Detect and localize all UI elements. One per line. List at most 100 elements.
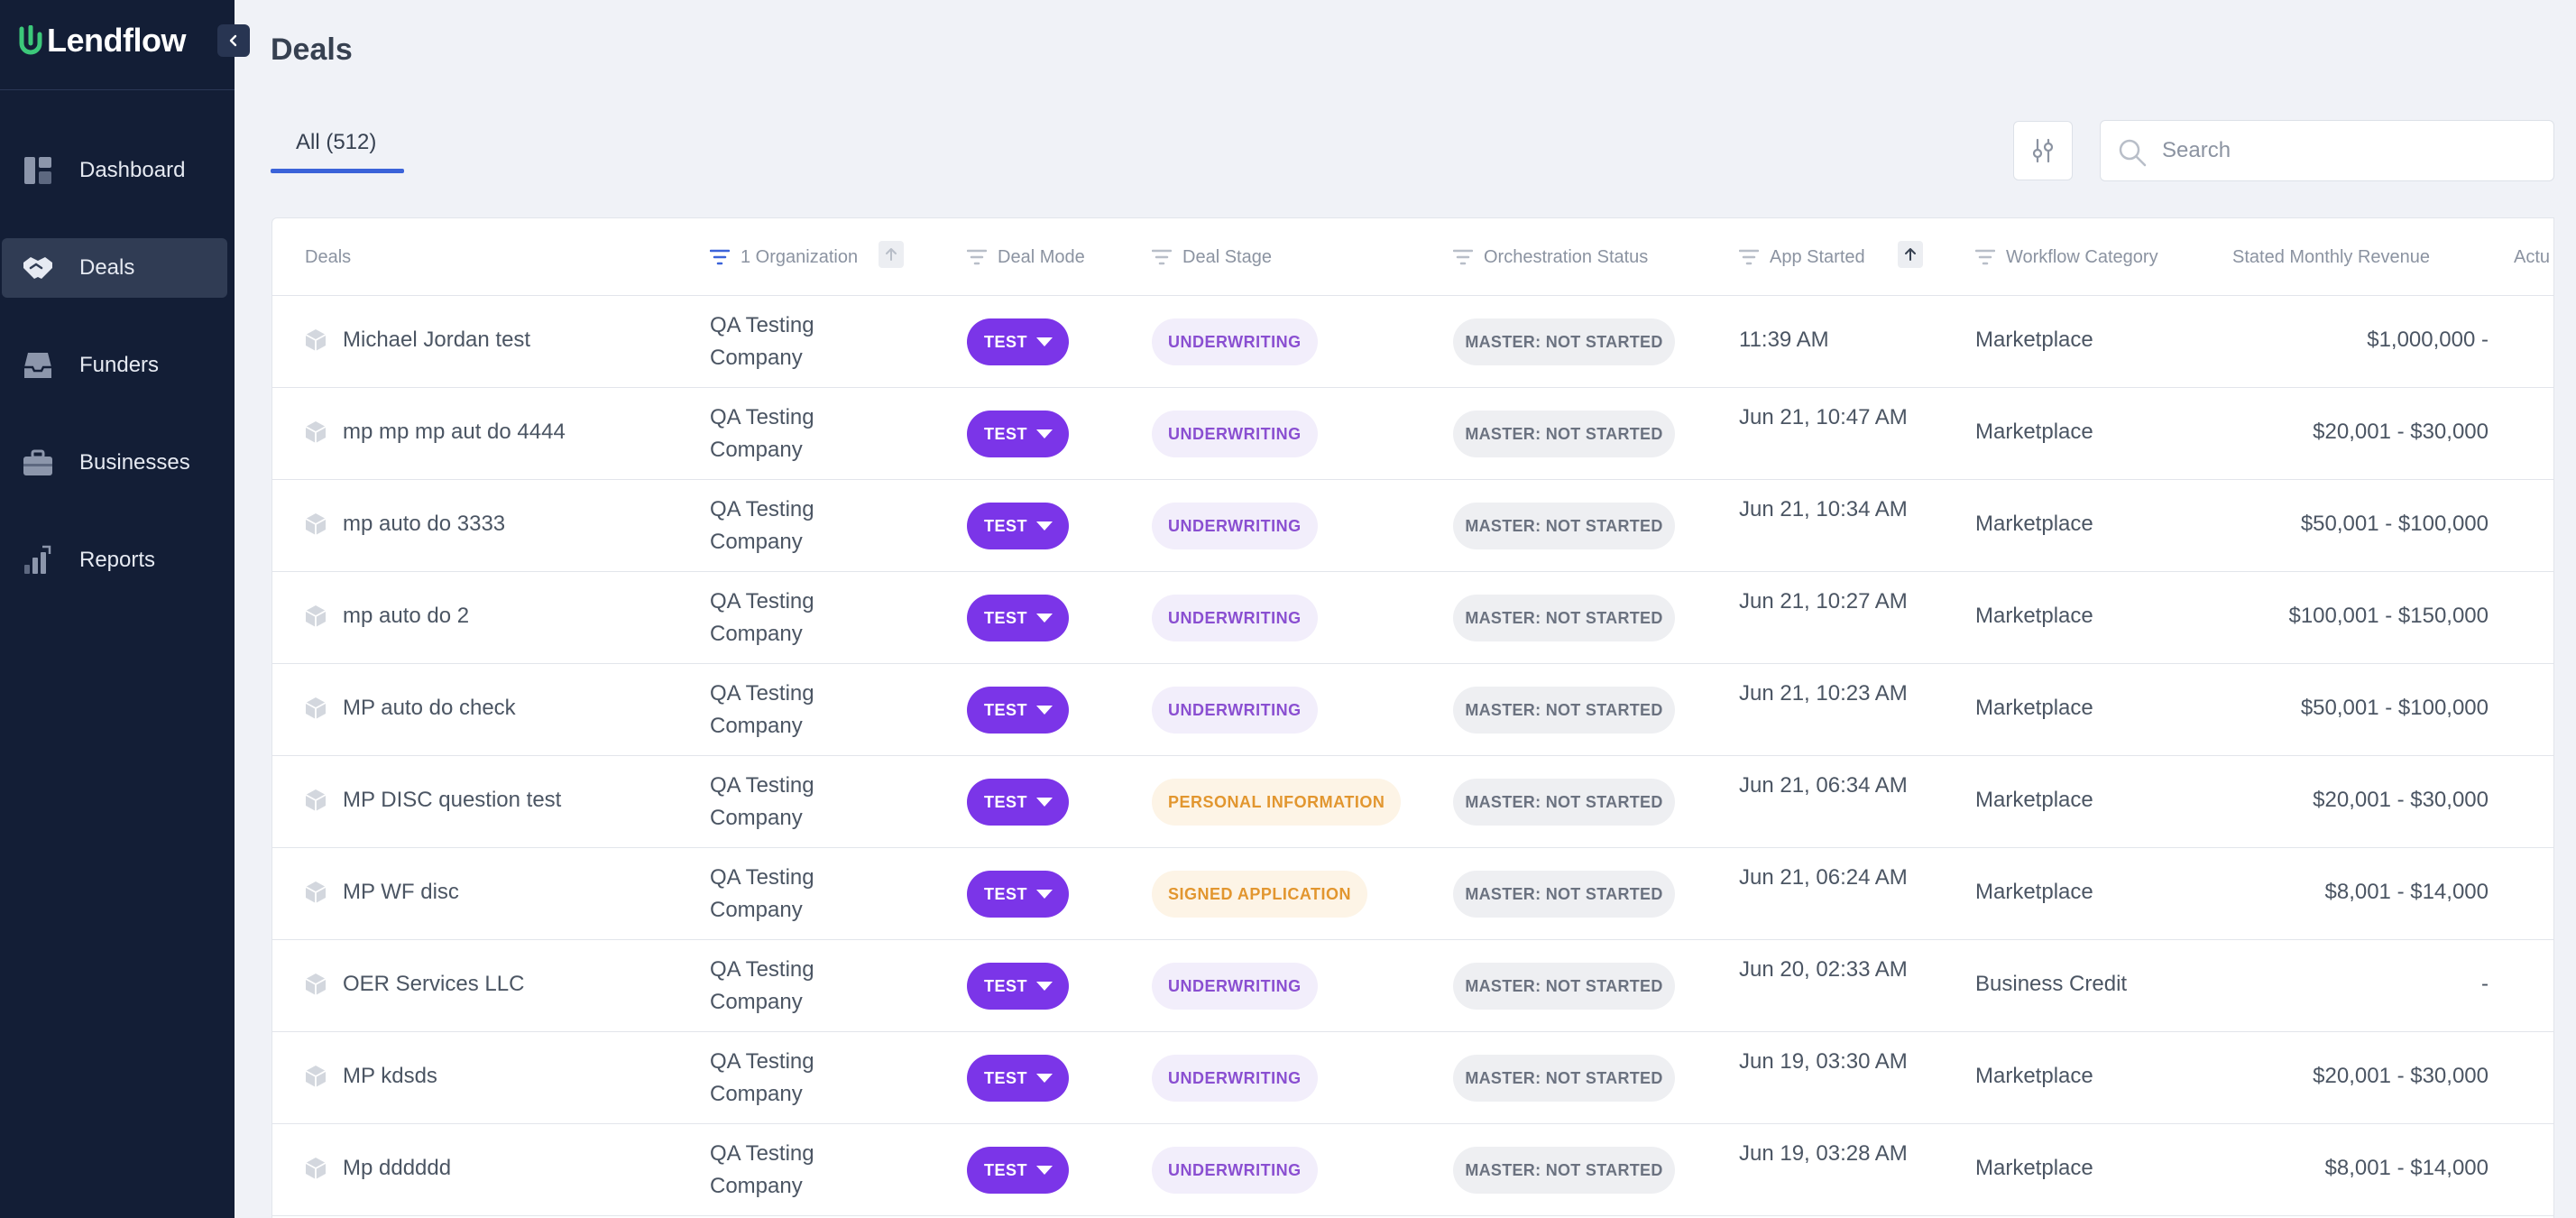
stated-monthly-revenue: $8,001 - $14,000 xyxy=(2324,880,2489,904)
active-tab-indicator xyxy=(271,169,404,173)
column-header-organization[interactable]: 1 Organization xyxy=(710,244,858,271)
deal-mode-dropdown[interactable]: TEST xyxy=(967,779,1069,826)
filter-settings-button[interactable] xyxy=(2013,121,2073,180)
tab-all[interactable]: All (512) xyxy=(271,126,404,173)
search-box[interactable] xyxy=(2100,120,2554,181)
column-header-deal-stage[interactable]: Deal Stage xyxy=(1152,244,1272,271)
stated-monthly-revenue: $100,001 - $150,000 xyxy=(2288,604,2489,628)
column-header-app-started[interactable]: App Started xyxy=(1739,244,1865,271)
deal-mode-label: TEST xyxy=(984,976,1028,995)
arrow-up-icon xyxy=(886,248,897,261)
table-row[interactable]: OER Services LLC QA Testing Company TEST… xyxy=(272,940,2553,1032)
sidebar-item-funders[interactable]: Funders xyxy=(2,336,227,395)
organization-name: QA Testing Company xyxy=(710,773,814,830)
table-row[interactable]: mp mp mp aut do 4444 QA Testing Company … xyxy=(272,388,2553,480)
deal-mode-dropdown[interactable]: TEST xyxy=(967,1147,1069,1194)
deal-stage-badge: SIGNED APPLICATION xyxy=(1152,871,1368,918)
deal-name-link[interactable]: OER Services LLC xyxy=(343,972,524,997)
sidebar-item-dashboard[interactable]: Dashboard xyxy=(2,141,227,200)
app-started-time: Jun 19, 03:28 AM xyxy=(1739,1141,1908,1166)
caret-down-icon xyxy=(1036,614,1053,623)
app-started-time: Jun 21, 10:23 AM xyxy=(1739,681,1908,706)
deal-name-link[interactable]: Mp dddddd xyxy=(343,1156,451,1181)
deal-name-link[interactable]: mp auto do 3333 xyxy=(343,512,505,537)
deal-stage-badge: UNDERWRITING xyxy=(1152,963,1318,1010)
table-row[interactable]: Michael Jordan test QA Testing Company T… xyxy=(272,296,2553,388)
deal-mode-label: TEST xyxy=(984,884,1028,903)
deal-stage-badge: PERSONAL INFORMATION xyxy=(1152,779,1402,826)
cube-icon xyxy=(305,1158,327,1179)
deal-name-link[interactable]: MP kdsds xyxy=(343,1064,437,1089)
column-header-orchestration-status[interactable]: Orchestration Status xyxy=(1453,244,1648,271)
caret-down-icon xyxy=(1036,337,1053,346)
deal-name-link[interactable]: mp auto do 2 xyxy=(343,604,469,629)
table-row[interactable]: mp auto do 2 QA Testing Company TEST UND… xyxy=(272,572,2553,664)
cube-icon xyxy=(305,513,327,535)
deal-name-link[interactable]: MP DISC question test xyxy=(343,788,561,813)
column-header-workflow-category[interactable]: Workflow Category xyxy=(1975,244,2158,271)
workflow-category: Marketplace xyxy=(1975,788,2093,812)
dashboard-icon xyxy=(22,154,54,187)
table-row[interactable]: MP WF disc QA Testing Company TEST SIGNE… xyxy=(272,848,2553,940)
caret-down-icon xyxy=(1036,706,1053,715)
deal-mode-label: TEST xyxy=(984,332,1028,351)
filter-icon xyxy=(1152,249,1172,265)
table-row[interactable]: mp auto do 3333 QA Testing Company TEST … xyxy=(272,480,2553,572)
collapse-sidebar-button[interactable] xyxy=(217,24,250,57)
organization-name: QA Testing Company xyxy=(710,589,814,646)
deal-mode-label: TEST xyxy=(984,608,1028,627)
orchestration-status-badge: MASTER: NOT STARTED xyxy=(1453,595,1675,641)
search-icon xyxy=(2119,139,2147,167)
orchestration-status-badge: MASTER: NOT STARTED xyxy=(1453,503,1675,549)
deal-mode-dropdown[interactable]: TEST xyxy=(967,1055,1069,1102)
column-header-label: Deals xyxy=(305,246,352,267)
column-header-deals[interactable]: Deals xyxy=(305,244,351,271)
deal-name-link[interactable]: Michael Jordan test xyxy=(343,328,530,353)
workflow-category: Marketplace xyxy=(1975,696,2093,720)
app-started-time: Jun 21, 10:27 AM xyxy=(1739,589,1908,614)
table-row[interactable]: MP kdsds QA Testing Company TEST UNDERWR… xyxy=(272,1032,2553,1124)
search-input[interactable] xyxy=(2162,130,2541,171)
stated-monthly-revenue: $20,001 - $30,000 xyxy=(2313,788,2489,812)
deal-mode-label: TEST xyxy=(984,1068,1028,1087)
sidebar-item-deals[interactable]: Deals xyxy=(2,238,227,298)
deal-mode-dropdown[interactable]: TEST xyxy=(967,595,1069,641)
deal-name-link[interactable]: mp mp mp aut do 4444 xyxy=(343,420,566,445)
table-row[interactable]: Mp dddddd QA Testing Company TEST UNDERW… xyxy=(272,1124,2553,1216)
table-row[interactable]: MP DISC question test QA Testing Company… xyxy=(272,756,2553,848)
deal-name-link[interactable]: MP auto do check xyxy=(343,696,516,721)
workflow-category: Marketplace xyxy=(1975,880,2093,904)
deal-mode-dropdown[interactable]: TEST xyxy=(967,318,1069,365)
deal-mode-dropdown[interactable]: TEST xyxy=(967,503,1069,549)
sidebar-item-reports[interactable]: Reports xyxy=(2,531,227,590)
deal-stage-badge: UNDERWRITING xyxy=(1152,1147,1318,1194)
deal-mode-dropdown[interactable]: TEST xyxy=(967,687,1069,734)
sidebar-item-businesses[interactable]: Businesses xyxy=(2,433,227,493)
deal-mode-dropdown[interactable]: TEST xyxy=(967,871,1069,918)
column-header-deal-mode[interactable]: Deal Mode xyxy=(967,244,1085,271)
sidebar-item-label: Reports xyxy=(79,548,156,572)
app-started-time: Jun 21, 10:34 AM xyxy=(1739,497,1908,521)
app-started-time: Jun 21, 06:34 AM xyxy=(1739,773,1908,798)
orchestration-status-badge: MASTER: NOT STARTED xyxy=(1453,1055,1675,1102)
lendflow-logo[interactable]: Lendflow xyxy=(18,20,186,61)
sort-organization-button[interactable] xyxy=(879,241,904,268)
handshake-icon xyxy=(22,252,54,284)
sort-app-started-button[interactable] xyxy=(1898,241,1923,268)
organization-name: QA Testing Company xyxy=(710,497,814,554)
organization-name: QA Testing Company xyxy=(710,313,814,370)
deal-name-link[interactable]: MP WF disc xyxy=(343,880,459,905)
table-row[interactable]: MP auto do check QA Testing Company TEST… xyxy=(272,664,2553,756)
column-header-actual[interactable]: Actu xyxy=(2514,244,2550,271)
cube-icon xyxy=(305,789,327,811)
orchestration-status-badge: MASTER: NOT STARTED xyxy=(1453,871,1675,918)
cube-icon xyxy=(305,329,327,351)
deal-mode-dropdown[interactable]: TEST xyxy=(967,963,1069,1010)
chevron-left-icon xyxy=(229,34,237,47)
deal-stage-badge: UNDERWRITING xyxy=(1152,411,1318,457)
organization-name: QA Testing Company xyxy=(710,405,814,462)
deal-mode-dropdown[interactable]: TEST xyxy=(967,411,1069,457)
organization-name: QA Testing Company xyxy=(710,1049,814,1106)
column-header-stated-monthly-revenue[interactable]: Stated Monthly Revenue xyxy=(2232,244,2430,271)
column-header-label: Actu xyxy=(2514,246,2551,267)
